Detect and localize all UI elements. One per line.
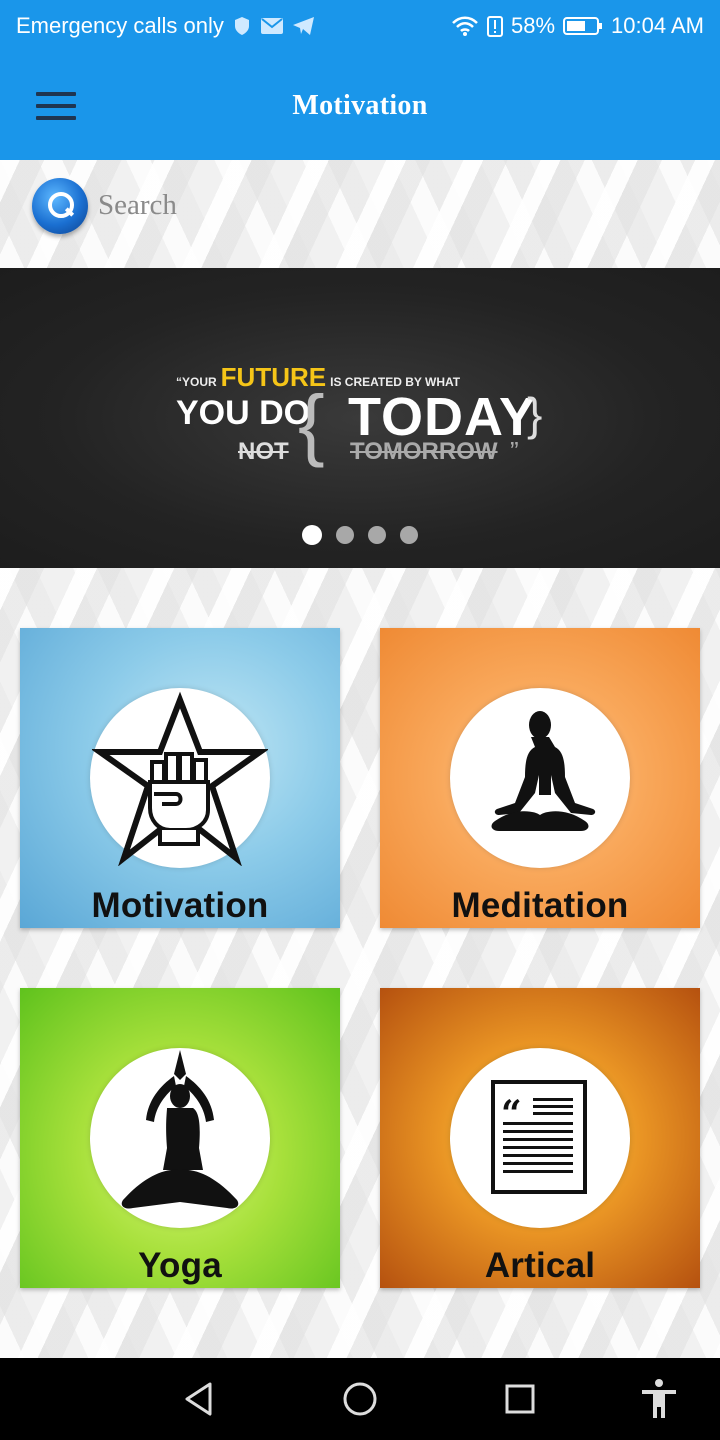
category-grid: Motivation Meditation Yoga “ Artical: [0, 568, 720, 1358]
home-icon[interactable]: [337, 1376, 383, 1422]
mail-icon: [260, 17, 284, 35]
category-icon-circle: [90, 688, 270, 868]
category-icon-circle: “: [450, 1048, 630, 1228]
quote-close: ”: [510, 436, 519, 466]
search-input[interactable]: [98, 182, 658, 228]
battery-icon: [563, 16, 603, 36]
hamburger-menu-icon[interactable]: [30, 86, 82, 126]
category-card-meditation[interactable]: Meditation: [380, 628, 700, 928]
carousel-dot[interactable]: [302, 525, 322, 545]
quote-you-do: YOU DO: [176, 394, 311, 432]
svg-text:“: “: [501, 1093, 522, 1135]
status-bar: Emergency calls only 58% 10:04 AM: [0, 0, 720, 52]
page-title: Motivation: [292, 90, 428, 121]
quote-right-brace: }: [527, 388, 543, 440]
carousel-dot[interactable]: [368, 526, 386, 544]
wifi-icon: [451, 15, 479, 37]
category-icon-circle: [90, 1048, 270, 1228]
category-icon-circle: [450, 688, 630, 868]
carousel-indicator: [0, 525, 720, 545]
search-icon[interactable]: [32, 178, 88, 234]
category-label: Motivation: [91, 886, 269, 925]
category-card-artical[interactable]: “ Artical: [380, 988, 700, 1288]
recents-icon[interactable]: [497, 1376, 543, 1422]
quote-open: “YOUR: [176, 375, 217, 389]
app-bar: Motivation: [0, 52, 720, 160]
back-icon[interactable]: [176, 1376, 222, 1422]
carousel-dot[interactable]: [400, 526, 418, 544]
telegram-icon: [292, 16, 316, 36]
meditation-icon: [491, 711, 596, 831]
clock: 10:04 AM: [611, 13, 704, 38]
article-quote-icon: “: [491, 1080, 587, 1194]
yoga-icon: [121, 1050, 239, 1209]
carrier-text: Emergency calls only: [16, 13, 224, 38]
quote-not: NOT: [238, 438, 289, 465]
accessibility-icon[interactable]: [636, 1376, 682, 1422]
category-card-yoga[interactable]: Yoga: [20, 988, 340, 1288]
category-label: Meditation: [451, 886, 629, 925]
quote-left-brace: {: [298, 379, 325, 468]
category-label: Yoga: [138, 1246, 222, 1285]
quote-banner[interactable]: “YOUR FUTURE IS CREATED BY WHAT YOU DO N…: [0, 268, 720, 568]
quote-tomorrow: TOMORROW: [350, 438, 498, 465]
battery-alert-icon: [487, 15, 503, 37]
category-card-motivation[interactable]: Motivation: [20, 628, 340, 928]
fist-star-icon: [92, 691, 268, 866]
search-bar: [0, 160, 720, 268]
category-label: Artical: [484, 1246, 596, 1285]
system-nav-bar: [0, 1358, 720, 1440]
carousel-dot[interactable]: [336, 526, 354, 544]
battery-percent: 58%: [511, 13, 556, 38]
shield-icon: [232, 16, 252, 36]
